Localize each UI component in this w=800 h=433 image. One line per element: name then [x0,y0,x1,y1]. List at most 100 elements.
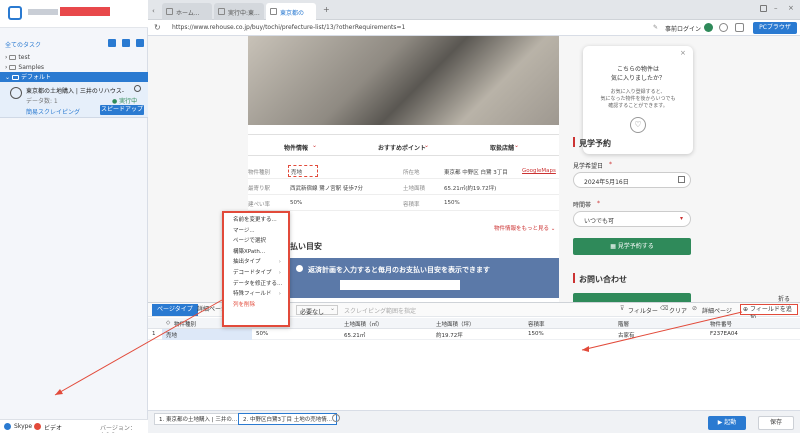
table-cell[interactable]: 65.21㎡ [344,331,365,339]
pause-icon[interactable] [134,85,141,92]
menu-select-on-page[interactable]: ページで選択 [224,236,288,247]
import-icon[interactable] [108,39,116,47]
tab-home[interactable]: ホーム... [162,3,212,20]
heart-icon[interactable]: ♡ [630,117,646,133]
detail-page-link[interactable]: 詳細ページ [702,306,732,315]
workflow-step-2[interactable]: 2. 中野区白鷺3丁目 土地の売地情... [238,413,337,425]
menu-merge[interactable]: マージ... [224,226,288,237]
collapse-button[interactable]: 折る [778,294,790,303]
close-step-icon[interactable] [332,414,340,422]
table-row: 1 売地 50% 65.21㎡ 約19.72坪 150% 古家有 F237EA0… [148,329,800,340]
property-photo [248,36,559,125]
chevron-down-icon: ⌄ [5,74,11,81]
tab-running[interactable]: 実行中:東... [214,3,264,20]
save-button[interactable]: 保存 [758,416,794,430]
payment-input[interactable] [340,280,460,290]
clear-button[interactable]: クリア [669,306,687,315]
video-icon[interactable] [34,423,41,430]
edit-icon[interactable]: ✎ [653,24,658,31]
column-header[interactable]: 土地面積（坪） [436,320,475,328]
minimize-icon[interactable]: – [774,4,778,12]
all-tasks-header: 全てのタスク [0,38,148,50]
table-cell[interactable]: F237EA04 [710,331,738,337]
table-row: 物件種別 売地 所在地 東京都 中野区 白鷺 3丁目 GoogleMaps [248,165,559,179]
filter-icon[interactable]: ⊽ [620,305,624,312]
time-select[interactable]: いつでも可 ▾ [573,211,691,227]
speed-up-button[interactable]: スピードアップ [100,105,144,115]
url-text[interactable]: https://www.rehouse.co.jp/buy/tochi/pref… [172,24,405,31]
task-status: ● 実行中 [112,98,138,105]
settings-icon[interactable] [719,23,728,32]
table-cell[interactable]: 150% [528,331,544,337]
nav-store[interactable]: 取扱店舗 [490,143,514,152]
export-icon[interactable] [122,39,130,47]
filter-button[interactable]: フィルター [628,306,658,315]
pc-browser-dropdown[interactable]: PCブラウザ [753,22,797,34]
menu-modify-data[interactable]: データを修正する... [224,279,288,290]
window-icon[interactable] [760,5,767,12]
column-header[interactable]: 物件種別 [174,320,196,328]
googlemaps-link[interactable]: GoogleMaps [522,168,556,174]
menu-rename[interactable]: 名前を変更する... [224,215,288,226]
nav-property-info[interactable]: 物件情報 [284,143,308,152]
inquiry-title: お問い合わせ [579,275,627,284]
add-task-icon[interactable] [136,39,144,47]
menu-build-xpath[interactable]: 構築XPath... [224,247,288,258]
link-icon[interactable]: ⊘ [692,305,697,312]
date-input[interactable]: 2024年5月16日 [573,172,691,188]
trash-icon[interactable]: ⌫ [660,305,668,312]
workflow-bar: 1. 東京都の土地購入 | 三井の... 2. 中野区白鷺3丁目 土地の売地情.… [148,410,800,433]
chevron-down-icon: ⌄ [330,305,336,312]
task-item[interactable]: 東京都の土地購入 | 三井のリハウス- データ数: 1 ● 実行中 簡易スクレイ… [0,82,148,118]
tab-tokyo[interactable]: 東京都の [266,3,316,20]
close-icon[interactable]: × [680,49,686,57]
tab-page-type[interactable]: ページタイプ [152,304,198,316]
table-cell[interactable]: 約19.72坪 [436,331,463,339]
robot-icon [10,87,22,99]
menu-delete-column[interactable]: 列を削除 [224,300,288,311]
add-field-button[interactable]: ⊕ フィールドを追加 [740,304,798,322]
status-check-icon[interactable] [704,23,713,32]
redacted-bar [60,7,110,16]
skype-link[interactable]: Skype [14,423,32,430]
more-info-link[interactable]: 物件情報をもっと見る ⌄ [494,224,555,232]
chevron-down-icon: ⌄ [424,142,430,149]
start-button[interactable]: ▶ 起動 [708,416,746,430]
close-icon[interactable]: × [788,4,794,12]
block-icon[interactable] [735,23,744,32]
column-header[interactable]: 容積率 [528,320,545,328]
visit-reserve-button[interactable]: ▦ 見学予約する [573,238,691,255]
menu-decode-type[interactable]: デコードタイプ › [224,268,288,279]
nav-recommend[interactable]: おすすめポイント [378,143,426,152]
inquiry-button[interactable] [573,293,691,302]
all-tasks-label[interactable]: 全てのタスク [5,40,41,49]
column-header[interactable]: 物件番号 [710,320,732,328]
table-cell[interactable]: 50% [256,331,268,337]
skype-icon[interactable] [4,423,11,430]
menu-extract-type[interactable]: 抽出タイプ › [224,257,288,268]
chevron-right-icon: › [278,259,281,266]
folder-icon [9,55,17,60]
selected-cell[interactable]: 売地 [288,165,318,177]
sidebar-footer: Skype ビデオ バージョン：4.0.2 [0,419,148,433]
video-link[interactable]: ビデオ [44,423,62,432]
pre-login-button[interactable]: 事前ログイン [665,24,701,33]
scrape-range-link[interactable]: スクレイピング範囲を指定 [344,306,416,315]
menu-special-field[interactable]: 特殊フィールド › [224,289,288,300]
chevron-left-icon[interactable]: ‹ [152,7,155,15]
column-header[interactable]: 土地面積（㎡） [344,320,383,328]
sidebar-header [0,0,148,28]
workflow-step-1[interactable]: 1. 東京都の土地購入 | 三井の... [154,413,243,425]
table-cell-selected[interactable]: 売地 [162,329,252,340]
drag-handle-icon[interactable]: ◇ [166,320,170,326]
time-label: 時間帯 [573,202,592,209]
table-cell[interactable]: 古家有 [618,331,635,339]
column-header[interactable]: 階層 [618,320,629,328]
task-count: データ数: 1 [26,98,58,105]
popup-title-1: こちらの物件は [616,66,659,73]
popup-desc-3: 確認することができます。 [608,103,668,109]
new-tab-icon[interactable]: + [323,5,330,14]
refresh-icon[interactable]: ↻ [154,23,161,32]
folder-icon [12,75,20,80]
chevron-right-icon: › [5,64,8,71]
